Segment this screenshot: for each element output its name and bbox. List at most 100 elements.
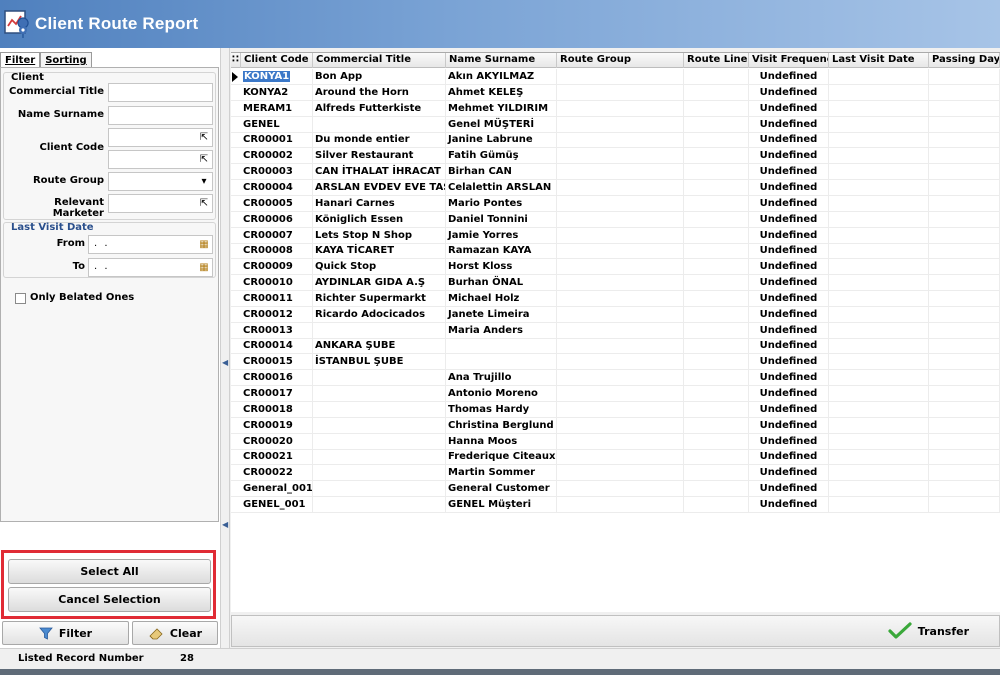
- cell-passing-days[interactable]: [929, 370, 1000, 387]
- column-visit-frequency[interactable]: Visit Frequency: [749, 53, 829, 68]
- from-date-input[interactable]: . . ▦: [88, 235, 213, 254]
- cell-client-code[interactable]: CR00010: [241, 275, 313, 292]
- cell-commercial-title[interactable]: Hanari Carnes: [313, 195, 446, 212]
- cell-last-visit-date[interactable]: [829, 370, 929, 387]
- table-row[interactable]: CR00003 CAN İTHALAT İHRACAT Birhan CAN Unde…: [231, 164, 1000, 181]
- cell-route-line[interactable]: [684, 386, 749, 402]
- cell-visit-frequency[interactable]: Undefined: [749, 449, 829, 466]
- cell-visit-frequency[interactable]: Undefined: [749, 481, 829, 498]
- cell-route-line[interactable]: [684, 401, 749, 418]
- cell-name-surname[interactable]: Birhan CAN: [446, 164, 557, 181]
- cell-route-line[interactable]: [684, 259, 749, 276]
- cell-name-surname[interactable]: Thomas Hardy: [446, 401, 557, 418]
- cell-route-line[interactable]: [684, 354, 749, 371]
- cell-visit-frequency[interactable]: Undefined: [749, 132, 829, 149]
- table-row[interactable]: CR00010 AYDINLAR GIDA A.Ş Burhan ÖNAL Undef…: [231, 275, 1000, 292]
- cell-client-code[interactable]: CR00009: [241, 259, 313, 276]
- cell-route-line[interactable]: [684, 496, 749, 513]
- cell-route-line[interactable]: [684, 481, 749, 498]
- cell-passing-days[interactable]: [929, 148, 1000, 165]
- cell-commercial-title[interactable]: Königlich Essen: [313, 211, 446, 228]
- lookup-icon[interactable]: ⇱: [198, 131, 210, 144]
- cell-client-code[interactable]: CR00020: [241, 433, 313, 450]
- cell-visit-frequency[interactable]: Undefined: [749, 69, 829, 85]
- cell-visit-frequency[interactable]: Undefined: [749, 148, 829, 165]
- cell-client-code[interactable]: CR00016: [241, 370, 313, 387]
- table-row[interactable]: CR00011 Richter Supermarkt Michael Holz Und…: [231, 290, 1000, 307]
- commercial-title-input[interactable]: [108, 83, 213, 102]
- column-route-group[interactable]: Route Group: [557, 53, 684, 68]
- cell-last-visit-date[interactable]: [829, 417, 929, 434]
- cell-client-code[interactable]: CR00004: [241, 179, 313, 196]
- cell-name-surname[interactable]: Christina Berglund: [446, 417, 557, 434]
- client-code-to-input[interactable]: ⇱: [108, 150, 213, 169]
- cell-last-visit-date[interactable]: [829, 164, 929, 181]
- table-row[interactable]: CR00020 Hanna Moos Undefined: [231, 433, 1000, 450]
- cell-visit-frequency[interactable]: Undefined: [749, 401, 829, 418]
- table-row[interactable]: CR00014 ANKARA ŞUBE Undefined: [231, 338, 1000, 355]
- cell-passing-days[interactable]: [929, 211, 1000, 228]
- cell-visit-frequency[interactable]: Undefined: [749, 417, 829, 434]
- cell-passing-days[interactable]: [929, 195, 1000, 212]
- table-row[interactable]: CR00005 Hanari Carnes Mario Pontes Undefine…: [231, 195, 1000, 212]
- cell-passing-days[interactable]: [929, 401, 1000, 418]
- cell-visit-frequency[interactable]: Undefined: [749, 227, 829, 244]
- cell-route-line[interactable]: [684, 465, 749, 482]
- cell-visit-frequency[interactable]: Undefined: [749, 306, 829, 323]
- cell-visit-frequency[interactable]: Undefined: [749, 370, 829, 387]
- cell-name-surname[interactable]: Janine Labrune: [446, 132, 557, 149]
- table-row[interactable]: CR00007 Lets Stop N Shop Jamie Yorres Undef…: [231, 227, 1000, 244]
- cell-route-group[interactable]: [557, 322, 684, 339]
- cell-last-visit-date[interactable]: [829, 401, 929, 418]
- grid-corner-icon[interactable]: ∷: [231, 53, 241, 68]
- cell-commercial-title[interactable]: Bon App: [313, 69, 446, 85]
- cell-last-visit-date[interactable]: [829, 227, 929, 244]
- tab-sorting[interactable]: Sorting: [40, 52, 92, 68]
- cell-route-group[interactable]: [557, 370, 684, 387]
- cell-route-group[interactable]: [557, 259, 684, 276]
- cell-client-code[interactable]: CR00018: [241, 401, 313, 418]
- cell-visit-frequency[interactable]: Undefined: [749, 179, 829, 196]
- cell-visit-frequency[interactable]: Undefined: [749, 354, 829, 371]
- cell-passing-days[interactable]: [929, 84, 1000, 101]
- cell-route-line[interactable]: [684, 148, 749, 165]
- cell-commercial-title[interactable]: [313, 116, 446, 133]
- cell-route-line[interactable]: [684, 100, 749, 117]
- cell-last-visit-date[interactable]: [829, 465, 929, 482]
- table-row[interactable]: CR00009 Quick Stop Horst Kloss Undefined: [231, 259, 1000, 276]
- cell-route-line[interactable]: [684, 322, 749, 339]
- cell-client-code[interactable]: CR00012: [241, 306, 313, 323]
- cell-commercial-title[interactable]: [313, 496, 446, 513]
- cell-route-line[interactable]: [684, 306, 749, 323]
- cell-route-group[interactable]: [557, 401, 684, 418]
- cell-route-group[interactable]: [557, 179, 684, 196]
- cell-client-code[interactable]: CR00005: [241, 195, 313, 212]
- to-date-input[interactable]: . . ▦: [88, 258, 213, 277]
- cell-commercial-title[interactable]: İSTANBUL ŞUBE: [313, 354, 446, 371]
- cell-visit-frequency[interactable]: Undefined: [749, 386, 829, 402]
- cell-visit-frequency[interactable]: Undefined: [749, 243, 829, 260]
- table-row[interactable]: General_001 General Customer Undefined: [231, 481, 1000, 498]
- cell-passing-days[interactable]: [929, 496, 1000, 513]
- cell-route-line[interactable]: [684, 227, 749, 244]
- cell-passing-days[interactable]: [929, 354, 1000, 371]
- cell-name-surname[interactable]: Mario Pontes: [446, 195, 557, 212]
- cell-passing-days[interactable]: [929, 449, 1000, 466]
- cell-name-surname[interactable]: Celalettin ARSLAN: [446, 179, 557, 196]
- cell-name-surname[interactable]: Frederique Citeaux: [446, 449, 557, 466]
- cell-passing-days[interactable]: [929, 243, 1000, 260]
- cell-name-surname[interactable]: Martin Sommer: [446, 465, 557, 482]
- cell-visit-frequency[interactable]: Undefined: [749, 116, 829, 133]
- cell-route-line[interactable]: [684, 179, 749, 196]
- cell-visit-frequency[interactable]: Undefined: [749, 211, 829, 228]
- cell-visit-frequency[interactable]: Undefined: [749, 164, 829, 181]
- cell-commercial-title[interactable]: Silver Restaurant: [313, 148, 446, 165]
- cell-visit-frequency[interactable]: Undefined: [749, 259, 829, 276]
- cell-route-line[interactable]: [684, 164, 749, 181]
- table-row[interactable]: KONYA1 Bon App Akın AKYILMAZ Undefined: [231, 69, 1000, 85]
- cell-route-group[interactable]: [557, 243, 684, 260]
- cell-client-code[interactable]: CR00001: [241, 132, 313, 149]
- cell-route-group[interactable]: [557, 164, 684, 181]
- collapse-arrow-icon[interactable]: ◀: [222, 520, 228, 529]
- cell-visit-frequency[interactable]: Undefined: [749, 322, 829, 339]
